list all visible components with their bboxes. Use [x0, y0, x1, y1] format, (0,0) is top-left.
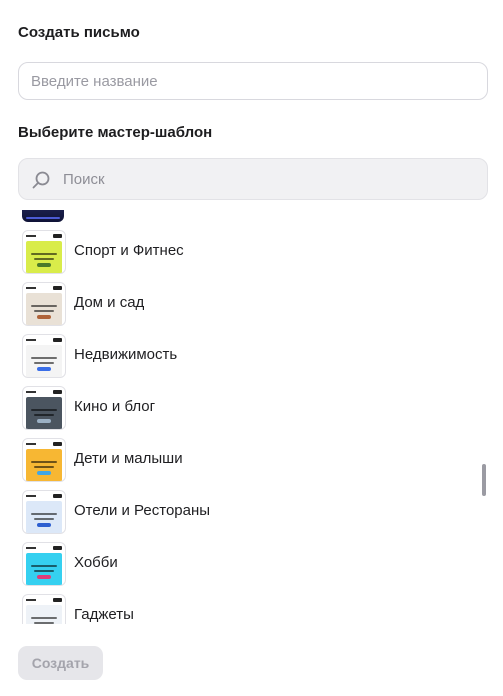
template-item[interactable]: Спорт и Фитнес: [22, 230, 472, 274]
template-item-label: Спорт и Фитнес: [74, 242, 184, 259]
template-item[interactable]: Недвижимость: [22, 334, 472, 378]
template-item[interactable]: Кино и блог: [22, 386, 472, 430]
template-search-input[interactable]: [63, 159, 473, 199]
template-thumbnail: [22, 438, 66, 482]
template-thumbnail-partial[interactable]: [22, 210, 64, 222]
template-search-box[interactable]: [18, 158, 488, 200]
template-thumbnail: [22, 386, 66, 430]
search-icon: [32, 171, 50, 189]
template-item[interactable]: Дети и малыши: [22, 438, 472, 482]
master-template-title: Выберите мастер-шаблон: [18, 124, 213, 141]
create-letter-title: Создать письмо: [18, 24, 140, 41]
template-item-label: Недвижимость: [74, 346, 178, 363]
template-item-label: Дом и сад: [74, 294, 145, 311]
template-thumbnail: [22, 594, 66, 624]
create-button[interactable]: Создать: [18, 646, 103, 680]
template-item-label: Хобби: [74, 554, 118, 571]
template-thumbnail: [22, 490, 66, 534]
scrollbar-thumb[interactable]: [482, 464, 486, 496]
template-item-label: Кино и блог: [74, 398, 156, 415]
template-item-label: Отели и Рестораны: [74, 502, 211, 519]
template-item[interactable]: Хобби: [22, 542, 472, 586]
template-item-label: Гаджеты: [74, 606, 134, 623]
template-thumbnail: [22, 542, 66, 586]
template-item[interactable]: Гаджеты: [22, 594, 472, 624]
template-thumbnail: [22, 282, 66, 326]
template-item[interactable]: Дом и сад: [22, 282, 472, 326]
letter-name-input[interactable]: [18, 62, 488, 100]
template-thumbnail: [22, 334, 66, 378]
template-item-label: Дети и малыши: [74, 450, 183, 467]
template-list[interactable]: Спорт и Фитнес Дом и сад Недвижимость Кино …: [0, 210, 503, 624]
template-list-scrollbar[interactable]: [482, 210, 488, 624]
template-thumbnail: [22, 230, 66, 274]
template-item[interactable]: Отели и Рестораны: [22, 490, 472, 534]
